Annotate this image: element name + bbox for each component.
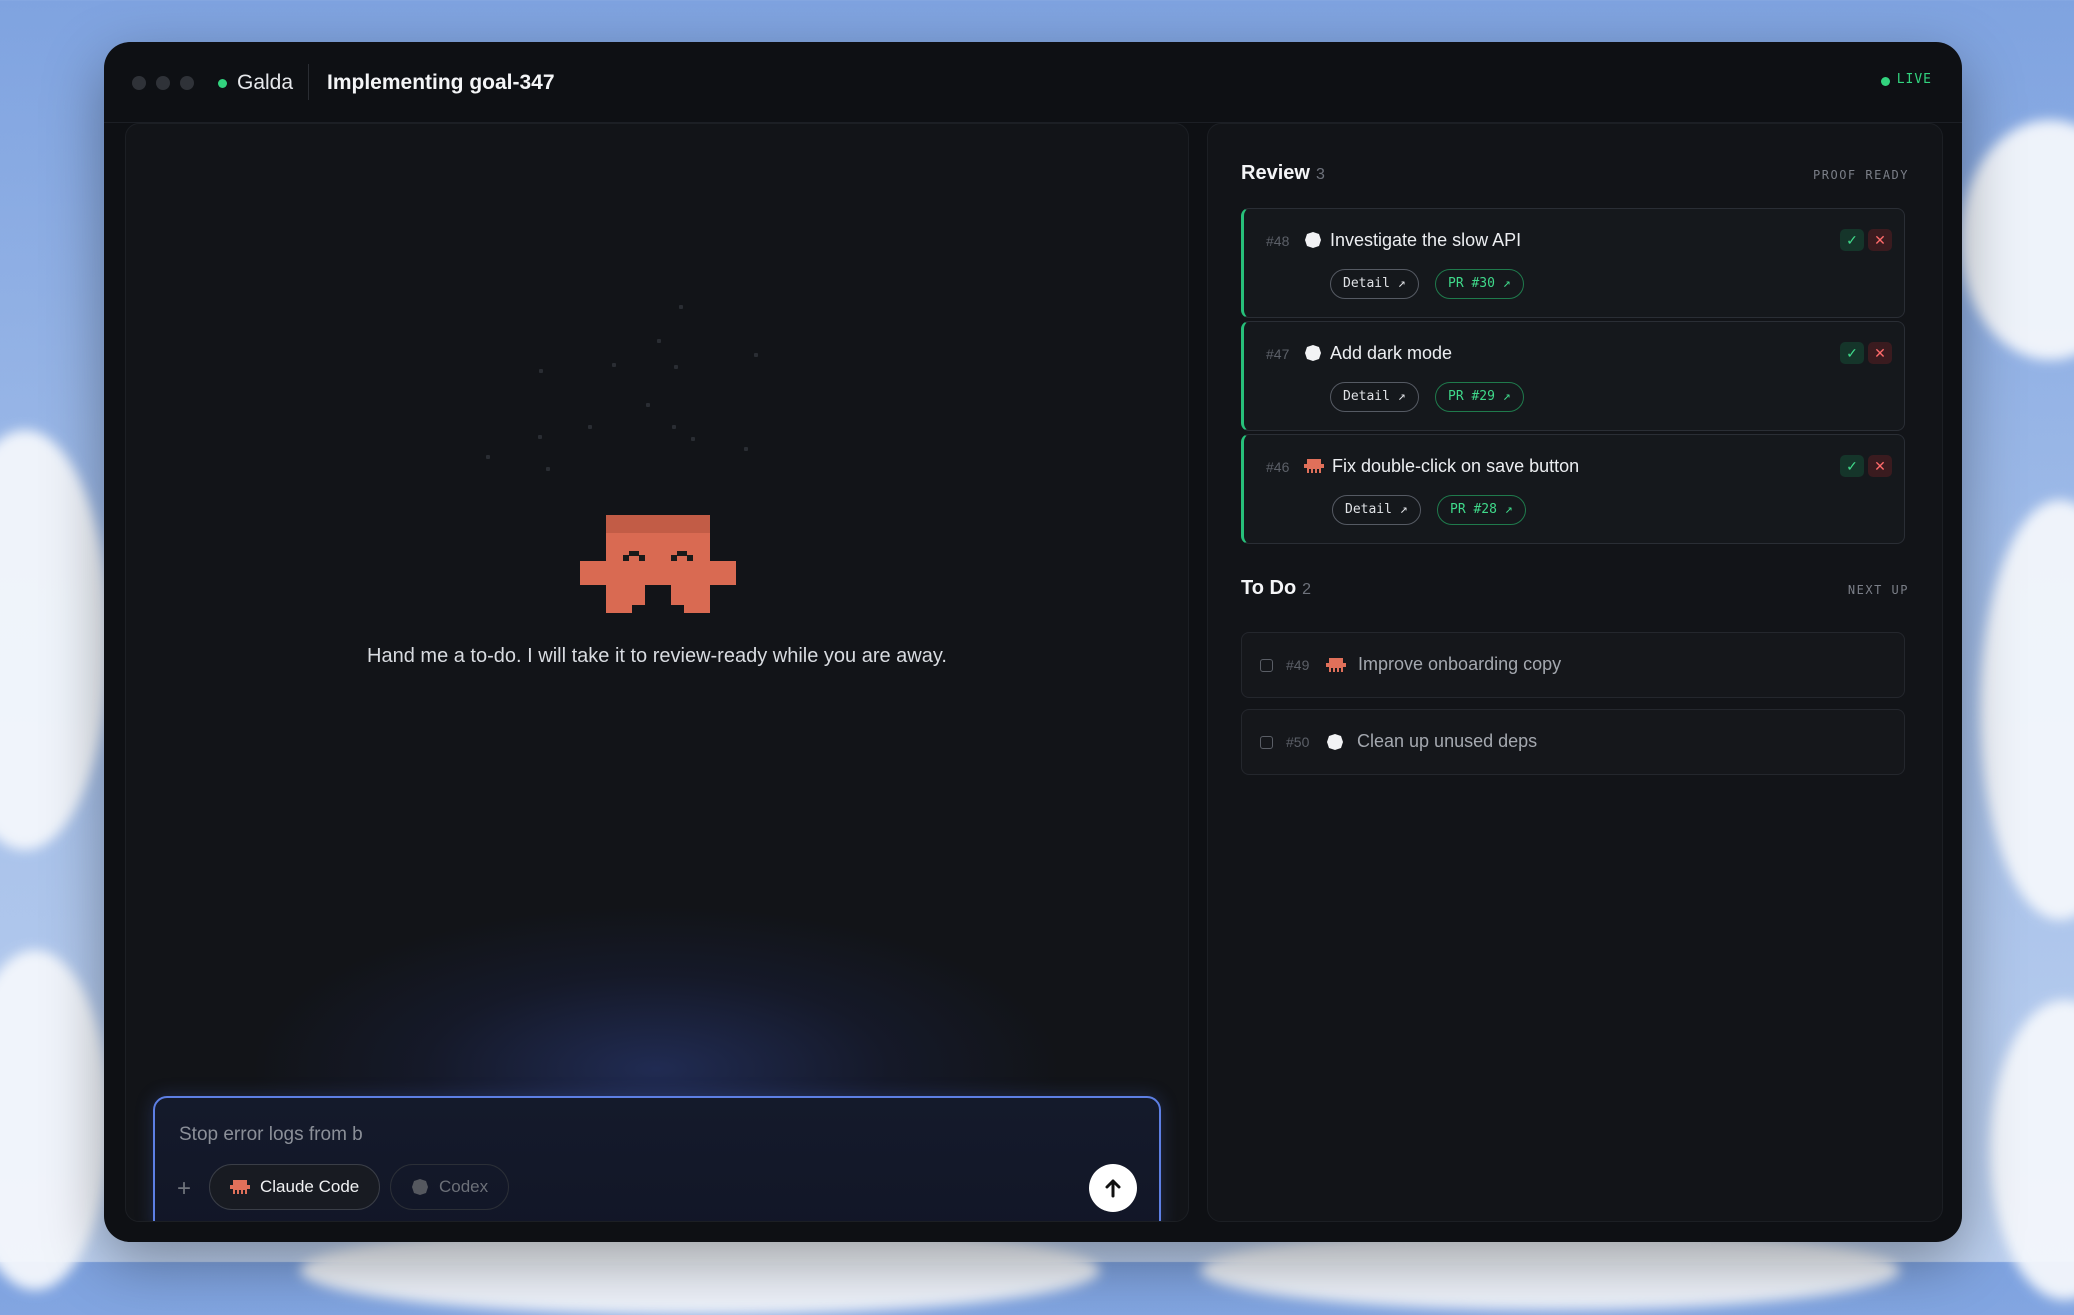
agent-option-codex[interactable]: Codex [390, 1164, 510, 1210]
particle [657, 339, 661, 343]
codex-icon [1305, 345, 1321, 361]
particle [539, 369, 543, 373]
arrow-up-icon [1105, 1179, 1121, 1198]
review-card[interactable]: #46 Fix double-click on save button Deta… [1241, 434, 1905, 544]
approve-button[interactable]: ✓ [1840, 342, 1864, 364]
window-maximize-button[interactable] [180, 76, 194, 90]
review-card[interactable]: #48 Investigate the slow API Detail ↗ PR… [1241, 208, 1905, 318]
pr-link[interactable]: PR #28 ↗ [1437, 495, 1526, 525]
cloud [1990, 1000, 2074, 1300]
title-divider [308, 64, 309, 100]
mascot-icon [580, 515, 736, 613]
particle [486, 455, 490, 459]
detail-link[interactable]: Detail ↗ [1332, 495, 1421, 525]
message-input[interactable] [179, 1124, 1079, 1146]
reject-button[interactable]: ✕ [1868, 342, 1892, 364]
codex-icon [412, 1179, 428, 1195]
approve-button[interactable]: ✓ [1840, 455, 1864, 477]
task-number: #49 [1286, 657, 1310, 673]
task-number: #46 [1266, 459, 1290, 475]
cloud [1200, 1230, 1900, 1310]
todo-tag: NEXT UP [1847, 583, 1909, 597]
codex-icon [1327, 734, 1343, 750]
particle [538, 435, 542, 439]
codex-icon [1305, 232, 1321, 248]
reject-button[interactable]: ✕ [1868, 455, 1892, 477]
app-window: Galda Implementing goal-347 LIVE Hand me… [104, 42, 1962, 1242]
particle [588, 425, 592, 429]
app-name: Galda [237, 71, 294, 94]
pr-link[interactable]: PR #30 ↗ [1435, 269, 1524, 299]
status-dot-icon [218, 79, 227, 88]
reject-button[interactable]: ✕ [1868, 229, 1892, 251]
todo-checkbox[interactable] [1260, 736, 1273, 749]
particle [672, 425, 676, 429]
particle [674, 365, 678, 369]
claude-code-icon [1304, 459, 1324, 473]
live-badge: LIVE [1896, 72, 1932, 87]
review-tag: PROOF READY [1813, 168, 1909, 182]
task-title: Investigate the slow API [1330, 230, 1522, 250]
task-title: Fix double-click on save button [1332, 456, 1580, 476]
empty-state-message: Hand me a to-do. I will take it to revie… [367, 645, 947, 667]
chat-panel: Hand me a to-do. I will take it to revie… [125, 123, 1189, 1222]
task-title: Add dark mode [1330, 343, 1453, 363]
approve-button[interactable]: ✓ [1840, 229, 1864, 251]
todo-item[interactable]: #49 Improve onboarding copy [1241, 632, 1905, 698]
particle [612, 363, 616, 367]
todo-title: To Do [1241, 577, 1297, 599]
todo-checkbox[interactable] [1260, 659, 1273, 672]
particle [646, 403, 650, 407]
detail-link[interactable]: Detail ↗ [1330, 382, 1419, 412]
detail-link[interactable]: Detail ↗ [1330, 269, 1419, 299]
review-title: Review [1241, 162, 1310, 184]
particle [754, 353, 758, 357]
page-title: Implementing goal-347 [327, 71, 555, 94]
task-board: Review 3 PROOF READY #48 Investigate the … [1207, 123, 1943, 1222]
review-card[interactable]: #47 Add dark mode Detail ↗ PR #29 ↗ ✓ ✕ [1241, 321, 1905, 431]
window-close-button[interactable] [132, 76, 146, 90]
send-button[interactable] [1089, 1164, 1137, 1212]
task-number: #48 [1266, 233, 1290, 249]
agent-option-claude-code[interactable]: Claude Code [209, 1164, 381, 1210]
claude-code-icon [230, 1180, 250, 1194]
title-bar: Galda Implementing goal-347 LIVE [104, 42, 1962, 123]
particle [679, 305, 683, 309]
live-dot-icon [1881, 77, 1890, 86]
cloud [1980, 500, 2074, 920]
todo-item[interactable]: #50 Clean up unused deps [1241, 709, 1905, 775]
add-attachment-button[interactable]: + [177, 1177, 191, 1201]
claude-code-icon [1326, 658, 1346, 672]
agent-label: Claude Code [260, 1177, 360, 1196]
task-number: #50 [1286, 734, 1310, 750]
review-section-title: Review 3 [1241, 162, 1325, 185]
agent-label: Codex [439, 1177, 489, 1196]
particle [744, 447, 748, 451]
todo-count: 2 [1302, 581, 1312, 598]
todo-section-title: To Do 2 [1241, 577, 1311, 600]
task-title: Clean up unused deps [1357, 731, 1538, 751]
task-number: #47 [1266, 346, 1290, 362]
message-composer: + Claude Code Codex [153, 1096, 1161, 1221]
task-title: Improve onboarding copy [1358, 654, 1562, 674]
pr-link[interactable]: PR #29 ↗ [1435, 382, 1524, 412]
window-minimize-button[interactable] [156, 76, 170, 90]
review-count: 3 [1315, 166, 1325, 183]
particle [691, 437, 695, 441]
cloud [0, 950, 110, 1290]
cloud [0, 430, 110, 850]
cloud [1960, 120, 2074, 360]
particle [546, 467, 550, 471]
